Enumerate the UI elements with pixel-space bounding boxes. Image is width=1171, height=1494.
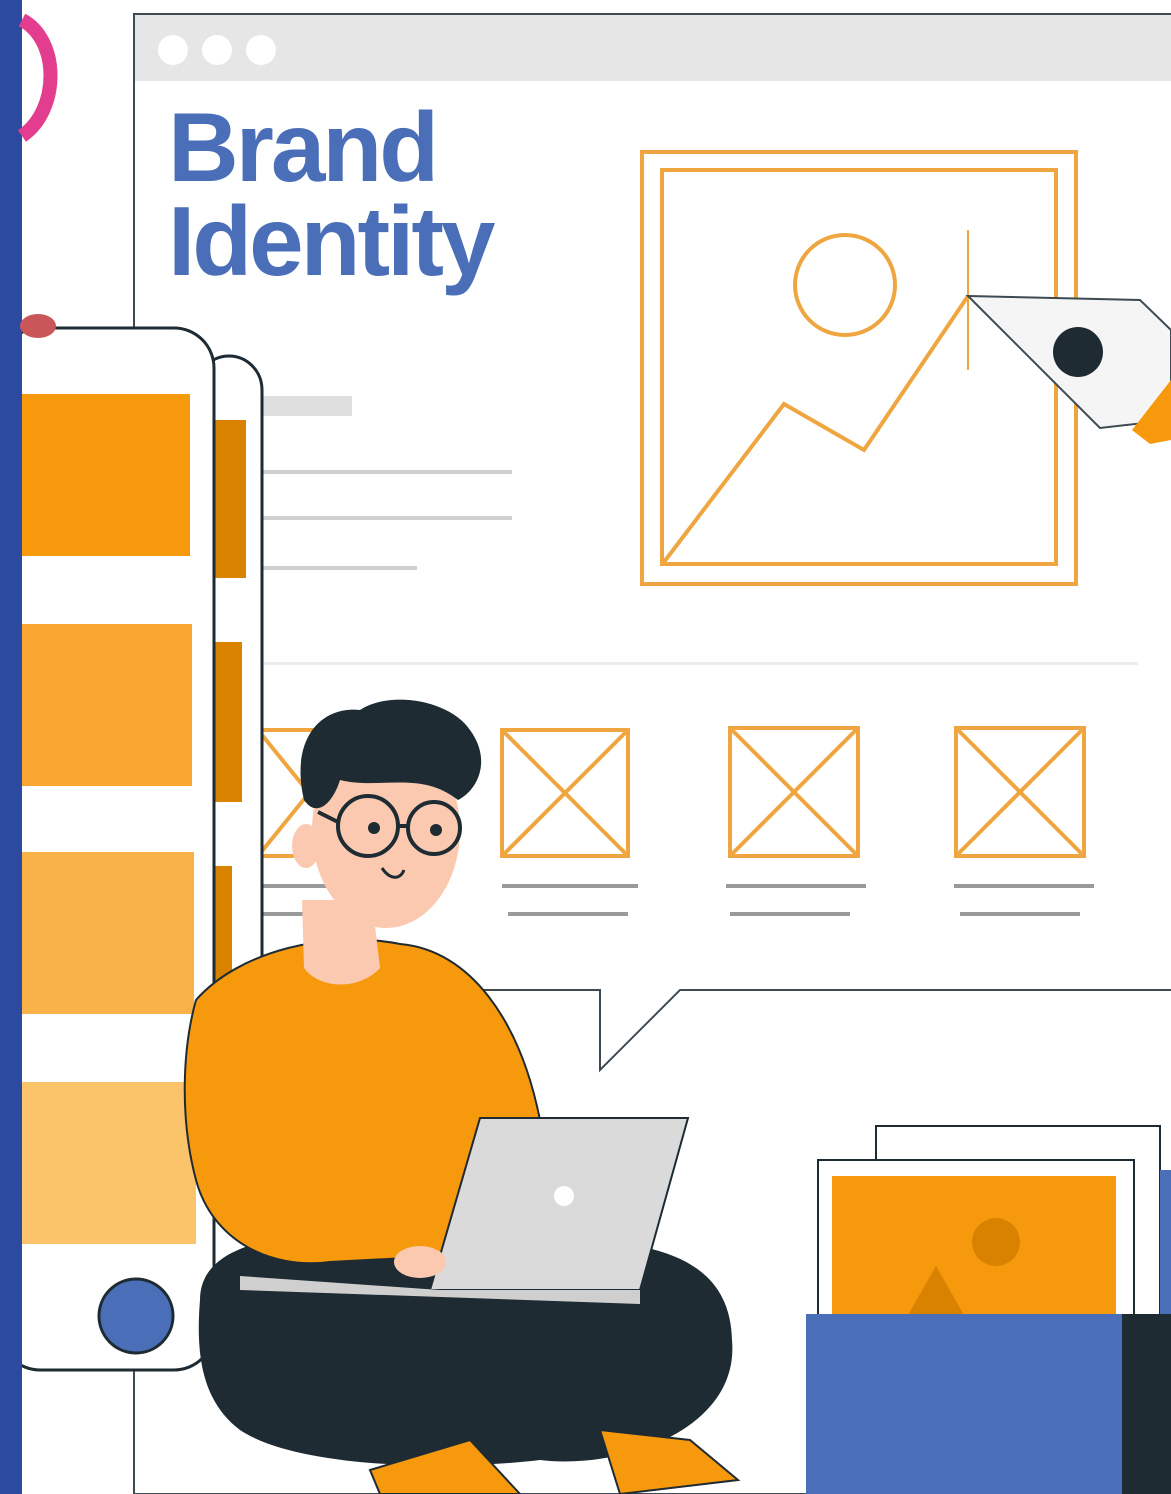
hand-fragment	[20, 314, 56, 338]
photo-icon	[832, 1176, 1116, 1336]
window-dots-icon	[158, 35, 276, 65]
page-title: Brand Identity	[168, 92, 495, 296]
storage-box	[806, 1314, 1171, 1494]
front-phone	[0, 326, 216, 1372]
left-frame-bar	[0, 0, 22, 1494]
title-line-1: Brand	[168, 92, 439, 202]
pink-logo-fragment	[17, 13, 58, 142]
title-line-2: Identity	[168, 186, 495, 296]
